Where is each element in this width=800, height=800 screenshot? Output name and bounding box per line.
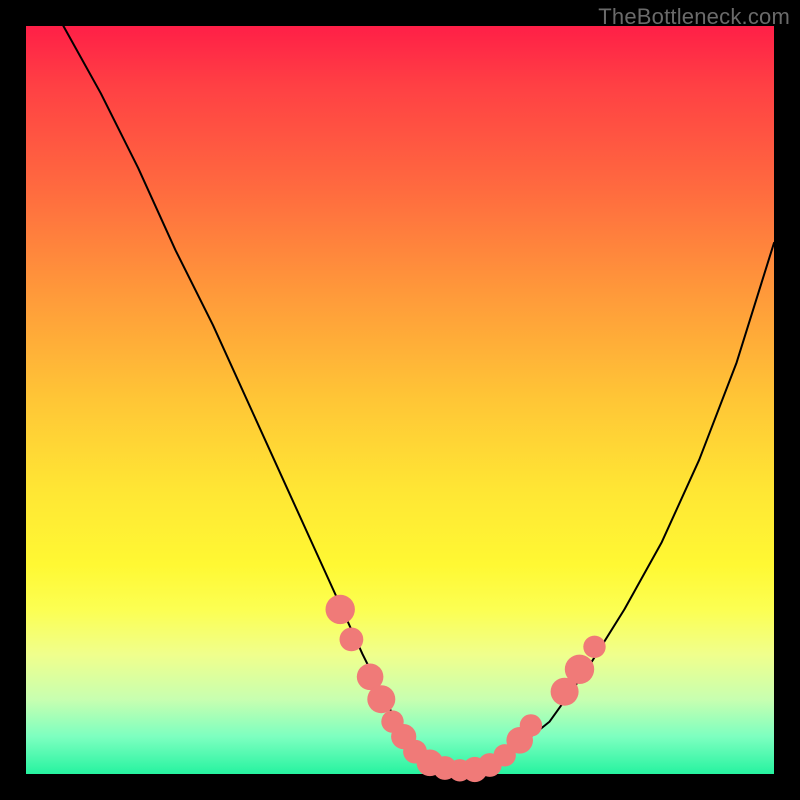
marker-dot bbox=[565, 655, 594, 684]
marker-dot bbox=[583, 636, 605, 658]
watermark-text: TheBottleneck.com bbox=[598, 4, 790, 30]
marker-dot bbox=[326, 595, 355, 624]
chart-svg bbox=[26, 26, 774, 774]
marker-dot bbox=[520, 714, 542, 736]
marker-dot bbox=[367, 685, 395, 713]
marker-dot bbox=[340, 628, 364, 652]
bottleneck-curve-line bbox=[63, 26, 774, 770]
chart-plot-area bbox=[26, 26, 774, 774]
marker-group bbox=[326, 595, 606, 782]
